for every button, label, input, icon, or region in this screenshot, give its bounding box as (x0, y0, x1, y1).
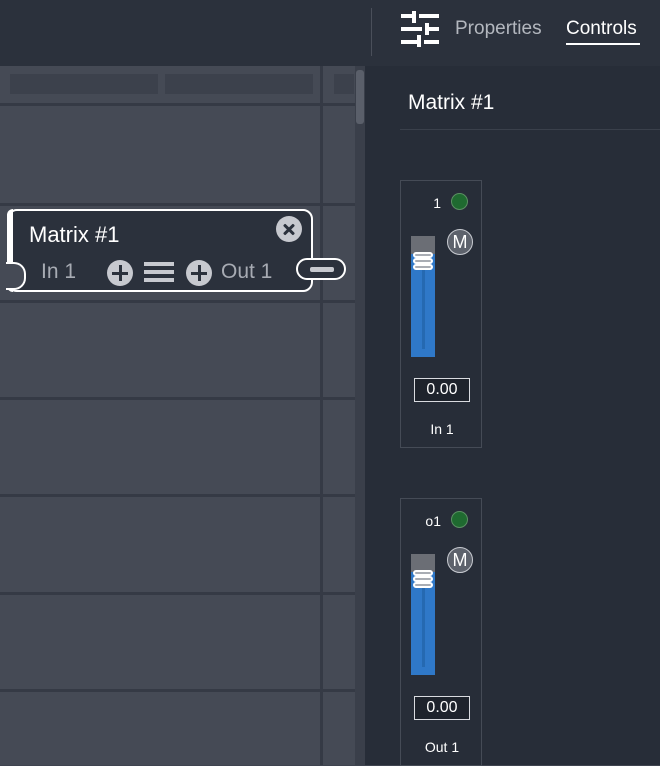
strip-number: o1 (425, 513, 441, 529)
input-port[interactable] (6, 262, 26, 290)
tab-properties[interactable]: Properties (455, 18, 542, 40)
fader-handle[interactable] (413, 252, 433, 270)
side-panel: Properties Controls Matrix #1 1 M 0.00 I… (365, 0, 660, 766)
output-port[interactable] (296, 258, 346, 280)
matrix-node[interactable]: Matrix #1 In 1 Out 1 (6, 209, 313, 292)
canvas-header-cell (334, 74, 354, 94)
header-divider (371, 8, 372, 56)
gain-fader[interactable] (411, 236, 435, 357)
canvas-header-cell (10, 74, 158, 94)
close-circle-icon[interactable] (276, 216, 302, 242)
gain-value-field[interactable]: 0.00 (414, 378, 470, 402)
grid-line (0, 592, 355, 595)
grid-line (0, 397, 355, 400)
status-led-icon (451, 511, 468, 528)
grid-line (0, 203, 355, 206)
strip-name: Out 1 (424, 739, 460, 755)
canvas-top-bar (0, 0, 365, 66)
grid-line (0, 300, 355, 303)
add-output-icon[interactable] (186, 260, 212, 286)
mute-button[interactable]: M (447, 547, 473, 573)
node-title: Matrix #1 (29, 222, 120, 247)
canvas-scrollbar-thumb[interactable] (356, 70, 364, 124)
fader-groove (422, 588, 425, 667)
title-divider (400, 129, 660, 130)
sliders-icon (401, 11, 439, 47)
fader-handle[interactable] (413, 570, 433, 588)
grid-line (0, 103, 355, 106)
node-input-label: In 1 (41, 260, 77, 283)
minus-icon (310, 267, 334, 272)
patch-canvas[interactable]: Matrix #1 In 1 Out 1 (0, 0, 365, 765)
hamburger-icon[interactable] (144, 262, 174, 282)
gain-value-field[interactable]: 0.00 (414, 696, 470, 720)
channel-strip-in-1: 1 M 0.00 In 1 (400, 180, 482, 448)
panel-title: Matrix #1 (408, 91, 495, 114)
gain-fader[interactable] (411, 554, 435, 675)
canvas-header-cell (165, 74, 313, 94)
grid-line (0, 689, 355, 692)
grid-line (0, 494, 355, 497)
strip-number: 1 (433, 195, 441, 211)
strip-name: In 1 (430, 421, 454, 437)
add-input-icon[interactable] (107, 260, 133, 286)
fader-groove (422, 270, 425, 349)
grid-line (320, 66, 323, 765)
tab-controls[interactable]: Controls (566, 18, 637, 40)
status-led-icon (451, 193, 468, 210)
node-output-label: Out 1 (221, 260, 273, 283)
canvas-scrollbar[interactable] (355, 66, 365, 765)
active-tab-underline (566, 43, 640, 45)
mute-button[interactable]: M (447, 229, 473, 255)
channel-strip-out-1: o1 M 0.00 Out 1 (400, 498, 482, 766)
